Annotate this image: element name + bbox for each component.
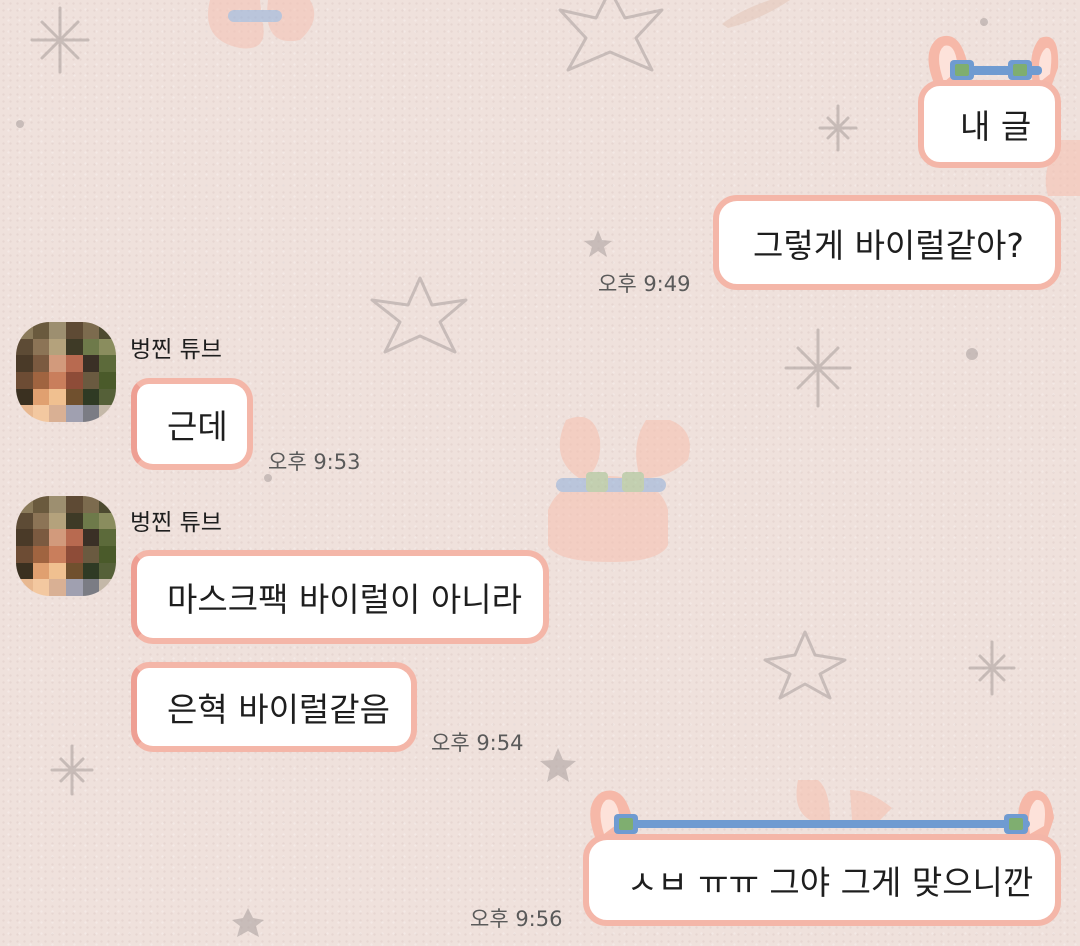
message-timestamp: 오후 9:56 [470,907,563,931]
avatar[interactable] [16,496,116,596]
sender-name: 벙찐 튜브 [130,337,222,363]
message-bubble[interactable]: 그렇게 바이럴같아? [713,195,1061,290]
message-text: 근데 [167,407,228,446]
message-bubble[interactable]: 내 글 [918,80,1061,168]
message-timestamp: 오후 9:53 [268,450,361,474]
message-text: 내 글 [960,107,1032,146]
avatar[interactable] [16,322,116,422]
message-bubble[interactable]: 마스크팩 바이럴이 아니라 [131,550,549,644]
message-bubble[interactable]: ㅅㅂ ㅠㅠ 그야 그게 맞으니깐 [583,834,1061,926]
message-timestamp: 오후 9:49 [598,272,691,296]
message-text: 그렇게 바이럴같아? [753,225,1024,265]
message-text: 은혁 바이럴같음 [167,690,391,729]
message-text: ㅅㅂ ㅠㅠ 그야 그게 맞으니깐 [627,863,1034,902]
message-text: 마스크팩 바이럴이 아니라 [167,580,522,619]
message-bubble[interactable]: 근데 [131,378,253,470]
message-bubble[interactable]: 은혁 바이럴같음 [131,662,417,752]
message-timestamp: 오후 9:54 [431,731,524,755]
sender-name: 벙찐 튜브 [130,510,222,536]
